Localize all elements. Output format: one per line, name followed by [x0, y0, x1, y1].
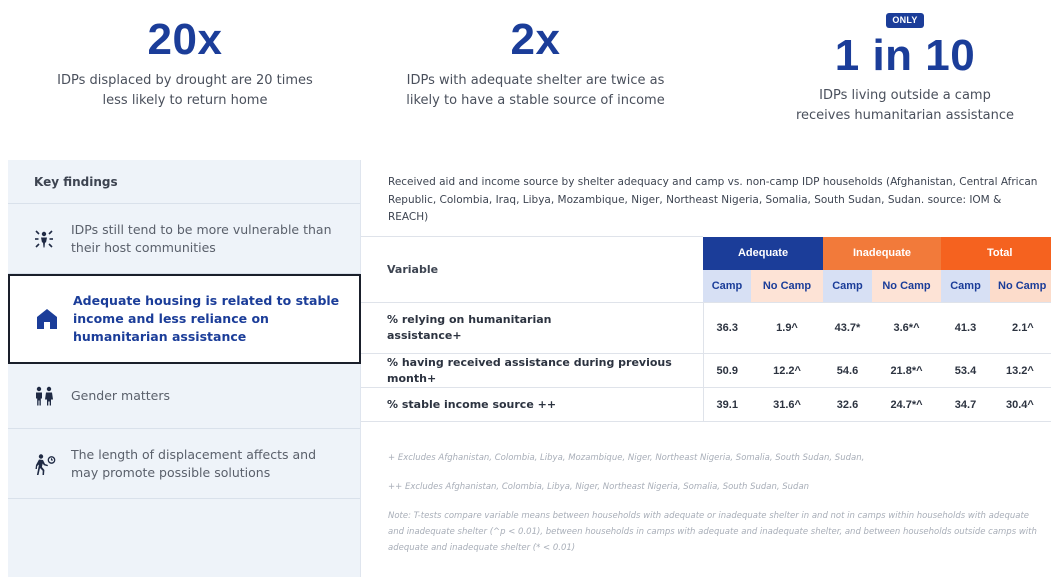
footnote-single-plus: + Excludes Afghanistan, Colombia, Libya,… — [388, 453, 865, 463]
sidebar-item-vulnerable[interactable]: IDPs still tend to be more vulnerable th… — [8, 204, 360, 274]
stat-value: 2x — [510, 15, 561, 64]
sidebar-item-label: IDPs still tend to be more vulnerable th… — [71, 221, 332, 255]
only-badge: ONLY — [886, 13, 924, 28]
group-header-adequate: Adequate — [703, 236, 823, 270]
cell-value: 2.1^ — [990, 302, 1051, 354]
table-row: % having received assistance during prev… — [361, 353, 1051, 388]
cell-value: 24.7*^ — [872, 387, 942, 422]
stat-desc-line: likely to have a stable source of income — [406, 93, 665, 108]
stat-value: 1 in 10 — [834, 31, 976, 80]
cell-value: 30.4^ — [990, 387, 1051, 422]
cell-value: 39.1 — [702, 387, 751, 422]
sidebar-item-displacement[interactable]: The length of displacement affects and m… — [8, 429, 360, 499]
stat-drought: 20x IDPs displaced by drought are 20 tim… — [40, 18, 330, 111]
cell-value: 36.3 — [702, 302, 751, 354]
sidebar-item-gender[interactable]: Gender matters — [8, 364, 360, 429]
subheader-camp: Camp — [703, 269, 751, 303]
cell-value: 31.6^ — [751, 387, 823, 422]
cell-value: 12.2^ — [751, 353, 823, 388]
stat-desc-line: less likely to return home — [102, 93, 268, 108]
table-caption: Received aid and income source by shelte… — [388, 176, 1038, 223]
cell-value: 21.8*^ — [872, 353, 942, 388]
stat-desc-line: IDPs displaced by drought are 20 times — [57, 73, 313, 88]
footnote-ttest: Note: T-tests compare variable means bet… — [388, 511, 1037, 553]
row-label: % relying on humanitarian assistance+ — [361, 302, 703, 354]
stat-desc-line: IDPs living outside a camp — [819, 88, 991, 103]
subheader-no-camp: No Camp — [990, 269, 1051, 303]
stat-shelter: 2x IDPs with adequate shelter are twice … — [393, 18, 678, 111]
data-table-wrapper: Variable Adequate Inadequate Total Camp … — [361, 236, 1051, 422]
cell-value: 32.6 — [823, 387, 872, 422]
house-icon — [35, 307, 59, 331]
footnote-double-plus: ++ Excludes Afghanistan, Colombia, Libya… — [388, 482, 810, 492]
person-clock-icon — [32, 452, 56, 476]
stat-desc-line: IDPs with adequate shelter are twice as — [406, 73, 665, 88]
sidebar-title: Key findings — [8, 160, 360, 204]
subheader-camp: Camp — [941, 269, 991, 303]
cell-value: 41.3 — [941, 302, 991, 354]
sidebar-item-label: The length of displacement affects and m… — [71, 446, 317, 480]
table-row: % relying on humanitarian assistance+ 36… — [361, 302, 1051, 354]
stat-description: IDPs with adequate shelter are twice as … — [393, 71, 678, 111]
cell-value: 34.7 — [941, 387, 991, 422]
sidebar-item-housing[interactable]: Adequate housing is related to stable in… — [8, 274, 361, 364]
row-label: % stable income source ++ — [361, 387, 703, 422]
cell-value: 43.7* — [823, 302, 872, 354]
stat-outside-camp: ONLY 1 in 10 IDPs living outside a camp … — [770, 8, 1040, 126]
row-label: % having received assistance during prev… — [361, 353, 703, 388]
cell-value: 54.6 — [823, 353, 872, 388]
cell-value: 53.4 — [941, 353, 991, 388]
cell-value: 50.9 — [702, 353, 751, 388]
group-header-total: Total — [941, 236, 1051, 270]
stat-description: IDPs living outside a camp receives huma… — [770, 86, 1040, 126]
key-findings-sidebar: Key findings IDPs still tend to be more … — [8, 160, 361, 577]
subheader-no-camp: No Camp — [751, 269, 823, 303]
cell-value: 1.9^ — [751, 302, 823, 354]
group-header-inadequate: Inadequate — [823, 236, 942, 270]
people-burst-icon — [32, 227, 56, 251]
cell-value: 13.2^ — [990, 353, 1051, 388]
subheader-no-camp: No Camp — [872, 269, 942, 303]
cell-value: 3.6*^ — [872, 302, 942, 354]
stat-value: 20x — [147, 15, 223, 64]
sidebar-item-label: Gender matters — [71, 388, 171, 403]
stat-desc-line: receives humanitarian assistance — [795, 108, 1015, 123]
stat-description: IDPs displaced by drought are 20 times l… — [40, 71, 330, 111]
table-row: % stable income source ++ 39.1 31.6^ 32.… — [361, 387, 1051, 422]
variable-header: Variable — [361, 236, 703, 303]
gender-people-icon — [32, 384, 56, 408]
sidebar-item-label: Adequate housing is related to stable in… — [73, 293, 340, 344]
subheader-camp: Camp — [823, 269, 872, 303]
data-table: Variable Adequate Inadequate Total Camp … — [361, 236, 1051, 422]
